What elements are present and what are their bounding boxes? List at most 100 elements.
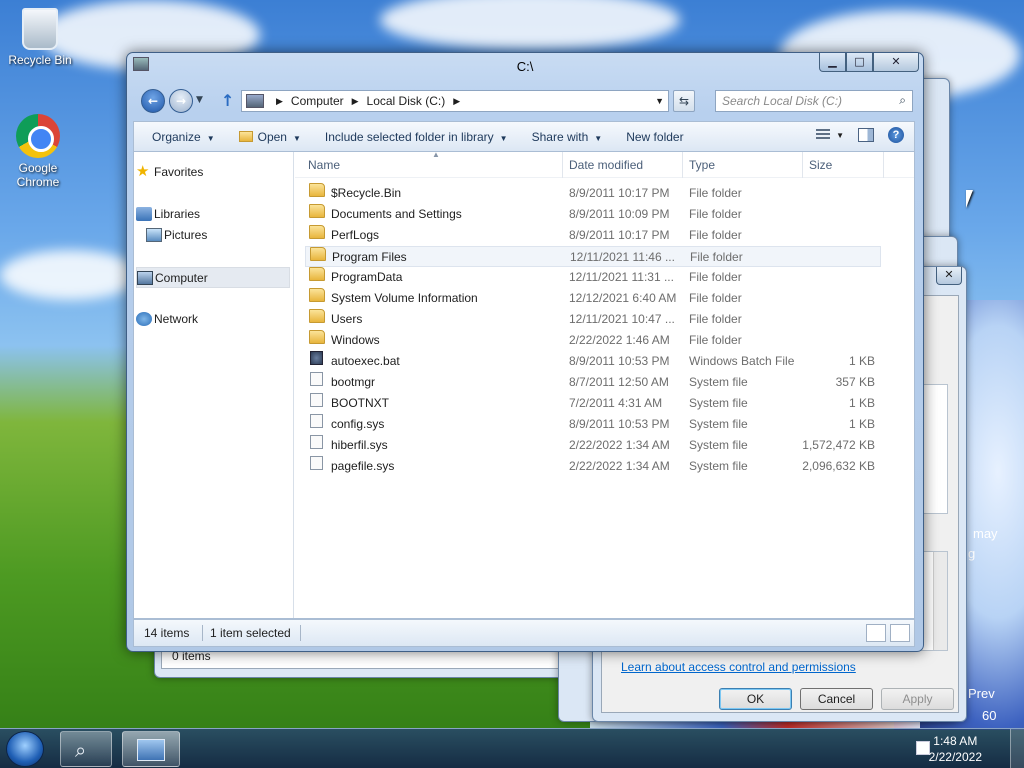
file-row[interactable]: $Recycle.Bin 8/9/2011 10:17 PM File folder [305,183,881,204]
nav-libraries[interactable]: Libraries [136,204,290,225]
file-row[interactable]: hiberfil.sys 2/22/2022 1:34 AM System file… [305,435,881,456]
file-row[interactable]: Users 12/11/2021 10:47 ... File folder [305,309,881,330]
file-row[interactable]: ProgramData 12/11/2021 11:31 ... File fold… [305,267,881,288]
chevron-right-icon[interactable]: ▶ [453,96,460,107]
nav-label: Favorites [154,165,204,179]
file-type: File folder [689,291,742,305]
explorer-window[interactable]: C:\ ▁ □ ✕ ← → ▼ ↑ ▶ Computer ▶ Local Dis… [126,52,924,652]
file-row[interactable]: bootmgr 8/7/2011 12:50 AM System file 357 K… [305,372,881,393]
cloud [380,0,680,50]
minimize-button[interactable]: ▁ [819,53,846,72]
file-row[interactable]: autoexec.bat 8/9/2011 10:53 PM Windows Bat… [305,351,881,372]
file-name: ProgramData [331,270,403,284]
file-row[interactable]: Program Files 12/11/2021 11:46 ... File fo… [305,246,881,267]
preview-pane-icon[interactable] [858,128,874,142]
forward-button[interactable]: → [169,89,193,113]
search-input[interactable]: Search Local Disk (C:) ⌕ [715,90,913,112]
new-folder-button[interactable]: New folder [620,127,689,147]
column-size[interactable]: Size [809,158,832,172]
nav-network[interactable]: Network [136,309,290,330]
address-bar[interactable]: ▶ Computer ▶ Local Disk (C:) ▶ ▼ [241,90,669,112]
cancel-button[interactable]: Cancel [800,688,873,710]
clock-date: 2/22/2022 [928,750,982,764]
access-control-help-link[interactable]: Learn about access control and permissio… [621,660,856,674]
file-date-modified: 12/11/2021 10:47 ... [569,312,675,326]
file-type: System file [689,396,748,410]
item-count: 14 items [144,626,190,640]
column-divider[interactable] [562,152,563,178]
taskbar: ⌕ 1:48 AM 2/22/2022 [0,728,1024,768]
taskbar-explorer-app[interactable] [122,731,180,767]
include-label: Include selected folder in library [324,129,494,144]
file-icon [310,456,323,470]
back-button[interactable]: ← [141,89,165,113]
nav-favorites[interactable]: ★ Favorites [136,162,290,183]
file-name: config.sys [331,417,385,431]
column-divider[interactable] [682,152,683,178]
share-with-button[interactable]: Share with ▼ [526,127,609,147]
file-type: File folder [689,228,742,242]
file-row[interactable]: BOOTNXT 7/2/2011 4:31 AM System file 1 KB [305,393,881,414]
folder-icon [309,183,325,197]
change-view-icon[interactable] [816,129,831,141]
system-clock[interactable]: 1:48 AM 2/22/2022 [929,733,982,765]
desktop-icon-label: Recycle Bin [8,53,72,67]
file-type: Windows Batch File [689,354,795,368]
include-in-library-button[interactable]: Include selected folder in library ▼ [319,127,514,147]
recent-pages-dropdown[interactable]: ▼ [196,95,203,105]
file-icon [310,435,323,449]
chevron-right-icon[interactable]: ▶ [276,96,283,107]
open-button[interactable]: Open ▼ [233,127,307,147]
close-button[interactable]: ✕ [873,53,919,72]
desktop-icon-recycle-bin[interactable]: Recycle Bin [2,8,78,67]
chevron-down-icon[interactable]: ▼ [655,96,664,106]
breadcrumb-local-disk[interactable]: Local Disk (C:) [367,94,446,108]
file-list[interactable]: ▲ Name Date modified Type Size $Recycle.… [295,150,914,618]
nav-label: Pictures [164,228,208,242]
file-icon [310,414,323,428]
column-divider[interactable] [883,152,884,178]
file-size: 357 KB [835,375,875,389]
open-label: Open [257,129,287,144]
chevron-down-icon[interactable]: ▼ [836,131,844,140]
file-row[interactable]: PerfLogs 8/9/2011 10:17 PM File folder [305,225,881,246]
taskbar-search-app[interactable]: ⌕ [60,731,112,767]
file-date-modified: 12/12/2021 6:40 AM [569,291,677,305]
nav-pictures[interactable]: Pictures [146,225,290,246]
column-divider[interactable] [802,152,803,178]
apply-button[interactable]: Apply [881,688,954,710]
scrollbar[interactable] [933,552,947,650]
file-row[interactable]: Documents and Settings 8/9/2011 10:09 PM F… [305,204,881,225]
nav-label: Computer [155,271,208,285]
column-name[interactable]: Name [308,158,340,172]
desktop-icon-google-chrome[interactable]: Google Chrome [0,114,76,189]
large-icons-view-button[interactable] [890,624,910,642]
help-icon[interactable]: ? [888,127,904,143]
refresh-button[interactable]: ⇆ [673,90,695,112]
file-row[interactable]: pagefile.sys 2/22/2022 1:34 AM System file… [305,456,881,477]
ok-button[interactable]: OK [719,688,792,710]
file-row[interactable]: config.sys 8/9/2011 10:53 PM System file 1 … [305,414,881,435]
file-row[interactable]: Windows 2/22/2022 1:46 AM File folder [305,330,881,351]
search-icon[interactable]: ⌕ [899,93,906,108]
share-label: Share with [531,129,589,144]
dialog-close-button[interactable]: ✕ [936,267,962,285]
command-bar: Organize ▼ Open ▼ Include selected folder … [133,121,915,151]
maximize-button[interactable]: □ [846,53,873,72]
status-bar: 14 items 1 item selected [133,619,915,647]
selection-count: 1 item selected [210,626,291,640]
file-row[interactable]: System Volume Information 12/12/2021 6:40… [305,288,881,309]
column-date-modified[interactable]: Date modified [569,158,643,172]
show-desktop-button[interactable] [1010,729,1024,768]
start-button[interactable] [6,731,44,767]
organize-button[interactable]: Organize ▼ [146,127,221,147]
folder-icon [309,225,325,239]
breadcrumb-computer[interactable]: Computer [291,94,344,108]
mouse-cursor [966,190,980,208]
details-view-button[interactable] [866,624,886,642]
chevron-right-icon[interactable]: ▶ [352,96,359,107]
up-arrow-icon[interactable]: ↑ [221,91,234,110]
navigation-pane[interactable]: ★ Favorites Libraries Pictures Computer N… [134,152,294,618]
nav-computer[interactable]: Computer [136,267,290,288]
column-type[interactable]: Type [689,158,715,172]
